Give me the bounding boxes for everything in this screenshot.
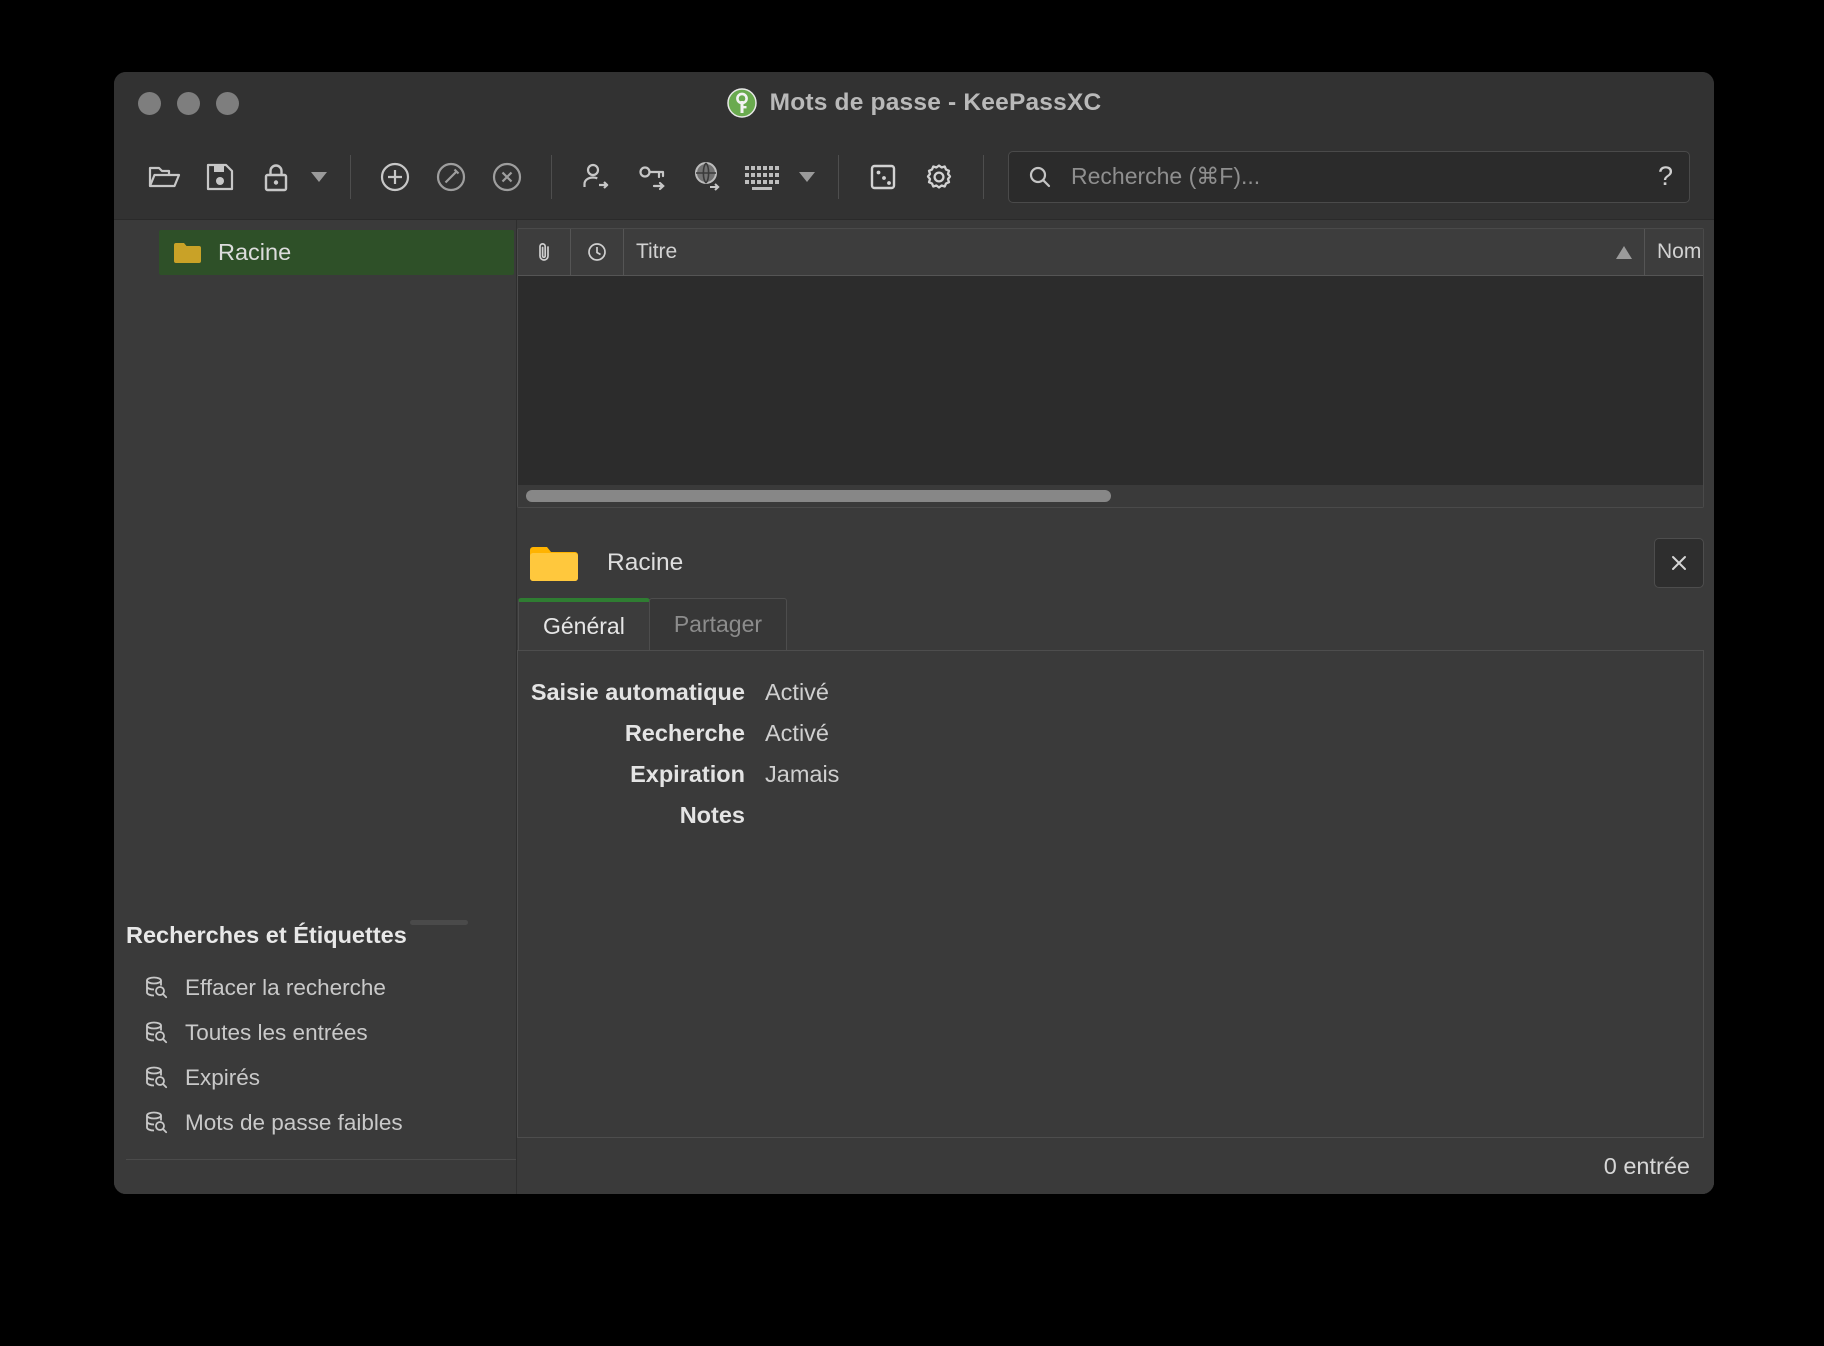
chevron-down-icon <box>799 171 815 182</box>
sort-ascending-arrow <box>1616 245 1632 259</box>
database-search-icon <box>144 1020 169 1045</box>
save-database-button[interactable] <box>192 149 248 205</box>
window-body: Racine Recherches et Étiquettes Effacer … <box>114 220 1714 1194</box>
field-label: Expiration <box>630 761 745 787</box>
field-label: Recherche <box>624 720 745 746</box>
toolbar-separator-2 <box>551 154 552 199</box>
folder-icon <box>529 543 579 584</box>
lock-database-button[interactable] <box>248 149 304 205</box>
sidebar-splitter-handle[interactable] <box>410 920 468 925</box>
detail-tabs: Général Partager <box>517 598 1704 650</box>
edit-entry-button[interactable] <box>423 149 479 205</box>
username-column-header[interactable]: Nom <box>1645 229 1703 275</box>
tab-general[interactable]: Général <box>518 598 650 650</box>
sidebar-item-expired[interactable]: Expirés <box>114 1055 516 1100</box>
database-search-icon <box>144 1110 169 1135</box>
open-database-button[interactable] <box>136 149 192 205</box>
entry-table: Titre Nom <box>517 228 1704 508</box>
sidebar-group-label: Racine <box>218 239 292 265</box>
main-toolbar: Recherche (⌘F)... ? <box>114 134 1714 220</box>
auto-type-dropdown[interactable] <box>792 149 822 205</box>
maximize-button[interactable] <box>216 91 239 115</box>
detail-fields: Saisie automatique Activé Recherche Acti… <box>517 650 1704 1138</box>
group-tree: Racine <box>114 220 516 275</box>
delete-entry-button[interactable] <box>479 149 535 205</box>
database-search-icon <box>144 975 169 1000</box>
minimize-button[interactable] <box>177 91 200 115</box>
close-detail-panel-button[interactable] <box>1654 538 1704 588</box>
sidebar-item-label: Effacer la recherche <box>185 974 386 1000</box>
sidebar-item-clear-search[interactable]: Effacer la recherche <box>114 965 516 1010</box>
main-content: Titre Nom Racine Général Partager Saisie… <box>517 220 1714 1194</box>
field-row-expiration: Expiration Jamais <box>518 761 1703 788</box>
sidebar-item-label: Expirés <box>185 1064 261 1090</box>
tab-partager[interactable]: Partager <box>648 598 788 650</box>
password-generator-button[interactable] <box>855 149 911 205</box>
expiry-column-header[interactable] <box>571 229 624 275</box>
entry-count-label: 0 entrée <box>1603 1152 1690 1179</box>
sidebar-item-label: Toutes les entrées <box>185 1019 368 1045</box>
field-row-auto-type: Saisie automatique Activé <box>518 679 1703 706</box>
close-button[interactable] <box>138 91 161 115</box>
searches-and-tags-section: Recherches et Étiquettes Effacer la rech… <box>114 922 516 1194</box>
toolbar-separator-3 <box>838 154 839 199</box>
sidebar-item-label: Mots de passe faibles <box>185 1109 403 1135</box>
entry-table-hscrollbar-thumb[interactable] <box>526 490 1111 502</box>
copy-password-button[interactable] <box>624 149 680 205</box>
search-input-placeholder[interactable]: Recherche (⌘F)... <box>1071 163 1640 190</box>
detail-panel-header: Racine <box>517 528 1704 598</box>
sidebar-item-all-entries[interactable]: Toutes les entrées <box>114 1010 516 1055</box>
toolbar-separator-1 <box>350 154 351 199</box>
auto-type-button[interactable] <box>736 149 792 205</box>
sidebar-item-weak-passwords[interactable]: Mots de passe faibles <box>114 1100 516 1145</box>
window-title-wrap: Mots de passe - KeePassXC <box>114 72 1714 134</box>
lock-database-dropdown[interactable] <box>304 149 334 205</box>
status-bar: 0 entrée <box>517 1138 1714 1194</box>
search-help-icon[interactable]: ? <box>1658 163 1673 190</box>
entry-table-hscrollbar[interactable] <box>518 485 1703 507</box>
username-column-label: Nom <box>1657 240 1702 263</box>
window-titlebar: Mots de passe - KeePassXC <box>114 72 1714 134</box>
settings-button[interactable] <box>911 149 967 205</box>
toolbar-separator-4 <box>983 154 984 199</box>
group-detail-panel: Racine Général Partager Saisie automatiq… <box>517 508 1714 1138</box>
keepassxc-window: Mots de passe - KeePassXC Recherche (⌘F)… <box>114 72 1714 1194</box>
detail-panel-title: Racine <box>607 549 684 576</box>
field-label: Saisie automatique <box>530 679 745 705</box>
field-row-notes: Notes <box>518 802 1703 829</box>
entry-table-header: Titre Nom <box>518 229 1703 276</box>
field-value: Activé <box>765 679 829 705</box>
search-field[interactable]: Recherche (⌘F)... ? <box>1008 150 1690 203</box>
entry-table-body[interactable] <box>518 276 1703 485</box>
attachment-column-header[interactable] <box>518 229 571 275</box>
clock-icon <box>586 241 608 263</box>
new-entry-button[interactable] <box>367 149 423 205</box>
searches-section-title: Recherches et Étiquettes <box>126 922 407 948</box>
folder-icon <box>173 241 202 265</box>
window-title: Mots de passe - KeePassXC <box>769 89 1102 116</box>
sidebar-group-racine[interactable]: Racine <box>159 230 514 275</box>
paperclip-icon <box>533 241 555 263</box>
open-url-button[interactable] <box>680 149 736 205</box>
window-controls <box>138 91 239 115</box>
title-column-header[interactable]: Titre <box>624 229 1645 275</box>
sidebar: Racine Recherches et Étiquettes Effacer … <box>114 220 517 1194</box>
field-row-search: Recherche Activé <box>518 720 1703 747</box>
chevron-down-icon <box>311 171 327 182</box>
field-value: Jamais <box>765 761 840 787</box>
copy-username-button[interactable] <box>568 149 624 205</box>
search-icon <box>1027 164 1053 190</box>
field-value: Activé <box>765 720 829 746</box>
keepassxc-logo-icon <box>726 88 757 118</box>
searches-divider <box>126 1159 516 1160</box>
title-column-label: Titre <box>636 240 678 263</box>
desktop-background: Mots de passe - KeePassXC Recherche (⌘F)… <box>0 0 1824 1346</box>
field-label: Notes <box>679 802 745 828</box>
database-search-icon <box>144 1065 169 1090</box>
